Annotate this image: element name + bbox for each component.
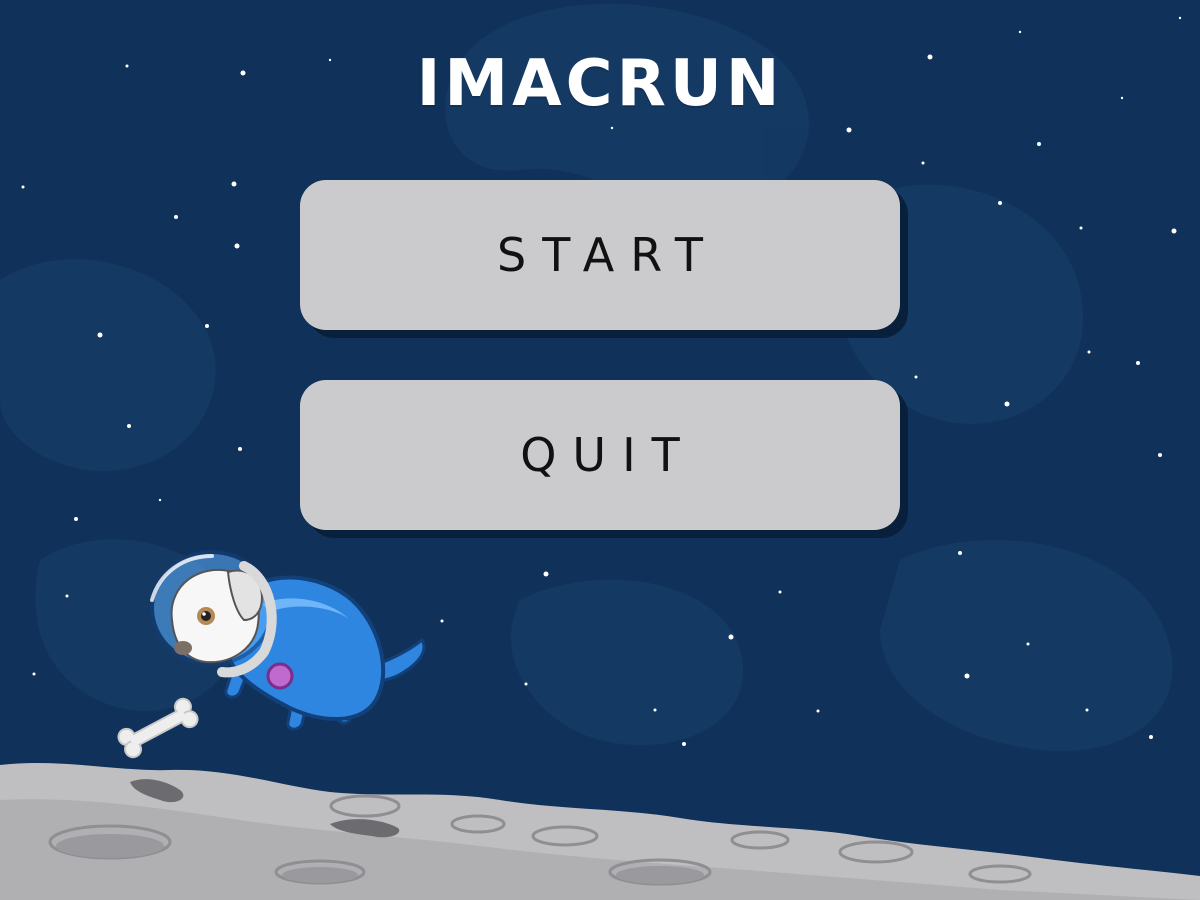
quit-button-label: QUIT bbox=[520, 428, 696, 482]
start-button-label: START bbox=[497, 228, 719, 282]
game-menu-screen: IMACRUN START QUIT bbox=[0, 0, 1200, 900]
astronaut-dog bbox=[150, 550, 426, 731]
game-title: IMACRUN bbox=[416, 47, 784, 121]
quit-button[interactable]: QUIT bbox=[300, 380, 900, 530]
moon-surface bbox=[0, 763, 1200, 900]
start-button[interactable]: START bbox=[300, 180, 900, 330]
